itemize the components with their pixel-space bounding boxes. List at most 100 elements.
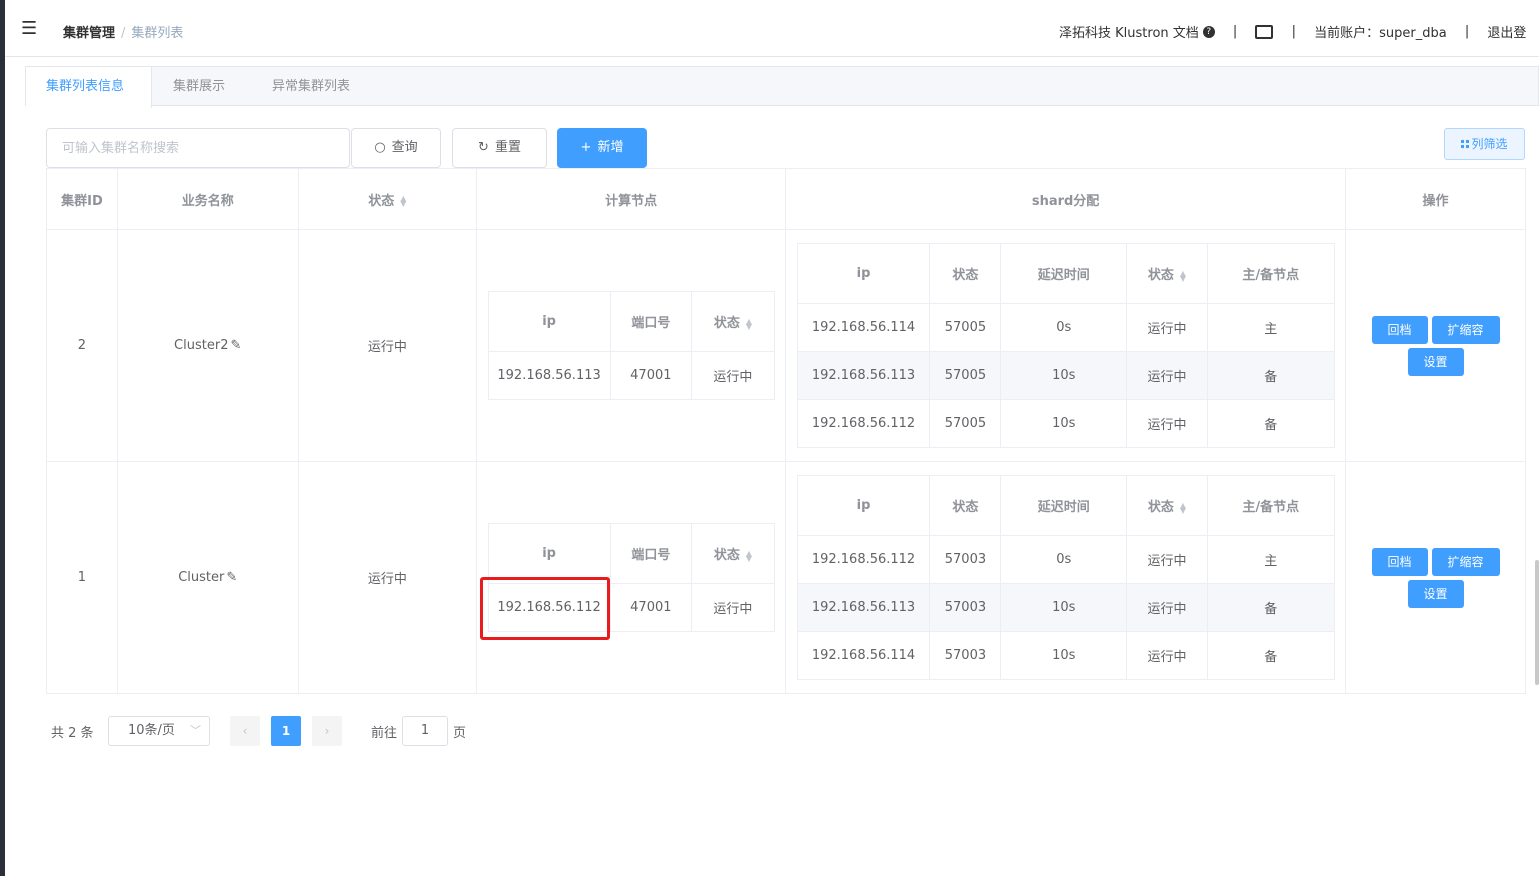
compute-header-status[interactable]: 状态 ▲ ▼ xyxy=(691,291,775,352)
scale-button[interactable]: 扩缩容 xyxy=(1431,547,1500,576)
sort-icon[interactable]: ▲ ▼ xyxy=(1180,501,1186,514)
header-business-name: 业务名称 xyxy=(116,168,299,230)
docs-link[interactable]: 泽拓科技 Klustron 文档 xyxy=(1059,26,1199,41)
sidebar-edge xyxy=(0,0,5,876)
shard-row: 192.168.56.113 57003 10s 运行中备 xyxy=(796,583,1335,632)
cell-business-name: Cluster ✎ xyxy=(116,461,299,694)
cell-operations: 回档 扩缩容设置 xyxy=(1345,461,1526,694)
breadcrumb-separator: / xyxy=(121,26,126,41)
shard-row: 192.168.56.114 57003 10s 运行中备 xyxy=(796,631,1335,680)
table-row: 2 Cluster2 ✎ 运行中 ip 端口号 状态 ▲ ▼ 192.168.56.113… xyxy=(46,229,1526,462)
page-size-select[interactable]: 10条/页 ﹀ xyxy=(108,716,210,746)
sort-icon[interactable]: ▲ ▼ xyxy=(400,195,406,208)
column-filter-button[interactable]: 列筛选 xyxy=(1444,128,1525,160)
shard-role: 备 xyxy=(1206,351,1335,400)
header-status[interactable]: 状态 ▲ ▼ xyxy=(297,168,478,230)
edit-icon[interactable]: ✎ xyxy=(230,338,241,353)
plus-icon: + xyxy=(580,140,592,155)
shard-port: 57005 xyxy=(929,303,1002,352)
shard-header-role: 主/备节点 xyxy=(1206,475,1335,536)
shard-header-state[interactable]: 状态 ▲ ▼ xyxy=(1126,475,1208,536)
shard-table: ip 状态 延迟时间 状态 ▲ ▼ 主/备节点 192.168.56.112 57003 0s 运… xyxy=(796,475,1335,680)
compute-header-status[interactable]: 状态 ▲ ▼ xyxy=(691,523,775,584)
shard-state: 运行中 xyxy=(1126,535,1208,584)
help-icon[interactable]: ? xyxy=(1202,25,1215,38)
add-label: 新增 xyxy=(597,140,624,155)
shard-port: 57005 xyxy=(929,399,1002,448)
tab-cluster-display[interactable]: 集群展示 xyxy=(153,67,245,107)
settings-button[interactable]: 设置 xyxy=(1407,347,1464,376)
shard-header-ip: ip xyxy=(796,243,931,304)
shard-state: 运行中 xyxy=(1126,399,1208,448)
sort-icon[interactable]: ▲ ▼ xyxy=(746,317,752,330)
cell-status: 运行中 xyxy=(297,229,478,462)
table-row: 1 Cluster ✎ 运行中 ip 端口号 状态 ▲ ▼ 192.168.56.112 4… xyxy=(46,461,1526,694)
shard-role: 主 xyxy=(1206,303,1335,352)
monitor-icon[interactable] xyxy=(1255,24,1274,41)
tab-abnormal-clusters[interactable]: 异常集群列表 xyxy=(252,67,370,107)
logout-link[interactable]: 退出登 xyxy=(1487,26,1526,41)
header-divider: | xyxy=(1464,24,1470,39)
shard-role: 备 xyxy=(1206,583,1335,632)
shard-role: 主 xyxy=(1206,535,1335,584)
reset-button[interactable]: ↻ 重置 xyxy=(452,128,547,168)
shard-row: 192.168.56.114 57005 0s 运行中主 xyxy=(796,303,1335,352)
header-divider: | xyxy=(1232,24,1238,39)
shard-delay: 10s xyxy=(1000,399,1128,448)
grid-icon xyxy=(1461,140,1470,148)
add-cluster-button[interactable]: + 新增 xyxy=(557,128,647,168)
shard-port: 57005 xyxy=(929,351,1002,400)
query-button[interactable]: ○ 查询 xyxy=(351,128,441,168)
scrollbar-thumb[interactable] xyxy=(1535,560,1539,685)
tab-cluster-list-info[interactable]: 集群列表信息 xyxy=(26,67,152,108)
settings-button[interactable]: 设置 xyxy=(1407,579,1464,608)
shard-state: 运行中 xyxy=(1126,583,1208,632)
cell-shard-allocation: ip 状态 延迟时间 状态 ▲ ▼ 主/备节点 192.168.56.114 57005 0s 运… xyxy=(785,229,1347,462)
scale-button[interactable]: 扩缩容 xyxy=(1431,315,1500,344)
prev-page-button[interactable]: ‹ xyxy=(230,716,260,746)
breadcrumb-current: 集群列表 xyxy=(131,26,184,41)
shard-state: 运行中 xyxy=(1126,351,1208,400)
header-operations: 操作 xyxy=(1345,168,1526,230)
shard-delay: 0s xyxy=(1000,303,1128,352)
shard-row: 192.168.56.113 57005 10s 运行中备 xyxy=(796,351,1335,400)
chevron-down-icon: ﹀ xyxy=(190,724,201,737)
rollback-button[interactable]: 回档 xyxy=(1371,315,1428,344)
next-page-button[interactable]: › xyxy=(312,716,342,746)
current-account: 当前账户：super_dba xyxy=(1314,26,1447,41)
header-cluster-id: 集群ID xyxy=(46,168,118,230)
cell-business-name: Cluster2 ✎ xyxy=(116,229,299,462)
shard-delay: 10s xyxy=(1000,631,1128,680)
shard-header-state-label: 状态 xyxy=(1147,268,1174,283)
shard-header-delay: 延迟时间 xyxy=(1000,475,1128,536)
compute-status: 运行中 xyxy=(691,583,775,632)
shard-delay: 10s xyxy=(1000,351,1128,400)
cluster-search-input[interactable] xyxy=(46,128,350,168)
shard-header-status: 状态 xyxy=(929,243,1002,304)
shard-delay: 10s xyxy=(1000,583,1128,632)
shard-header-role: 主/备节点 xyxy=(1206,243,1335,304)
shard-header-state[interactable]: 状态 ▲ ▼ xyxy=(1126,243,1208,304)
header-divider: | xyxy=(1291,24,1296,39)
shard-role: 备 xyxy=(1206,631,1335,680)
cell-cluster-id: 2 xyxy=(46,229,118,462)
rollback-button[interactable]: 回档 xyxy=(1371,547,1428,576)
shard-ip: 192.168.56.112 xyxy=(796,399,931,448)
goto-page-input[interactable]: 1 xyxy=(402,716,448,746)
sort-icon[interactable]: ▲ ▼ xyxy=(1180,269,1186,282)
sort-icon[interactable]: ▲ ▼ xyxy=(746,549,752,562)
shard-state: 运行中 xyxy=(1126,631,1208,680)
compute-ip: 192.168.56.113 xyxy=(487,351,611,400)
menu-toggle-icon[interactable]: ☰ xyxy=(21,20,39,38)
reset-label: 重置 xyxy=(494,140,521,155)
cell-status: 运行中 xyxy=(297,461,478,694)
edit-icon[interactable]: ✎ xyxy=(226,570,237,585)
page-number-current[interactable]: 1 xyxy=(271,716,301,746)
shard-row: 192.168.56.112 57005 10s 运行中备 xyxy=(796,399,1335,448)
top-navbar: ☰ 集群管理 / 集群列表 泽拓科技 Klustron 文档? | | 当前账户：s… xyxy=(5,6,1539,57)
shard-port: 57003 xyxy=(929,631,1002,680)
tab-bar: 集群列表信息 集群展示 异常集群列表 xyxy=(25,66,1539,108)
cell-compute-nodes: ip 端口号 状态 ▲ ▼ 192.168.56.113 47001 运行中 xyxy=(476,229,787,462)
breadcrumb-root[interactable]: 集群管理 xyxy=(63,26,115,41)
query-label: 查询 xyxy=(391,140,418,155)
